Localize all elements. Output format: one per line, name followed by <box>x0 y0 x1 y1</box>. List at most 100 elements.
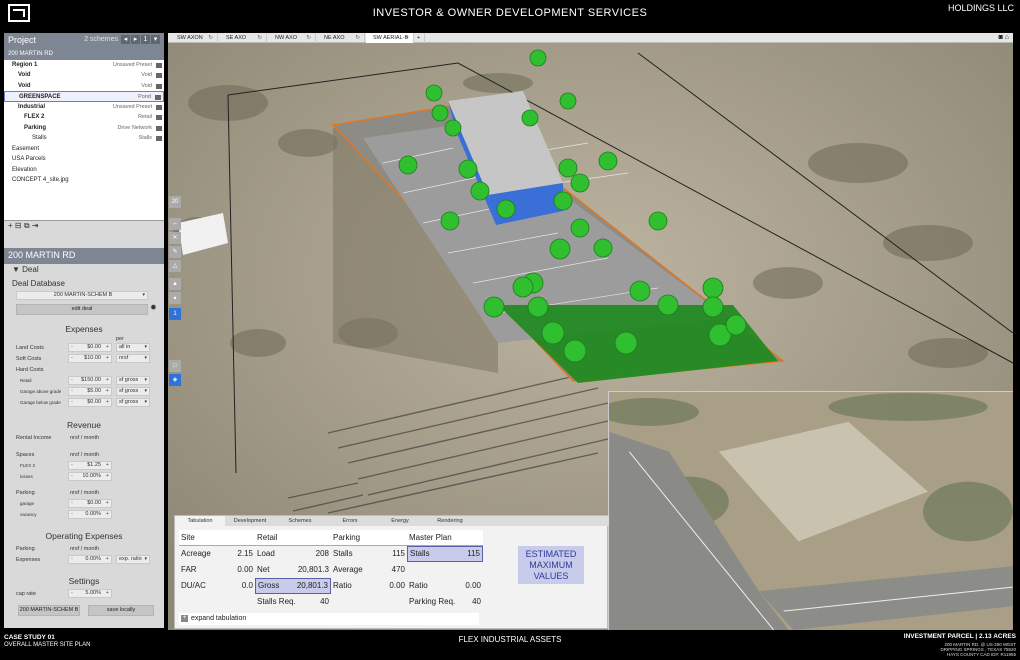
add-view-tab-button[interactable]: + <box>415 33 425 43</box>
folder-icon[interactable] <box>156 83 162 89</box>
rental-income-unit: nrsf / month <box>70 435 100 441</box>
soft-costs-field[interactable]: - $10.00 + <box>68 354 112 363</box>
scheme-number-button[interactable]: 1 <box>141 35 150 44</box>
tab-development[interactable]: Development <box>225 516 275 526</box>
save-locally-button[interactable]: save locally <box>88 605 154 616</box>
add-icon[interactable]: + <box>8 221 13 230</box>
folder-icon[interactable] <box>156 115 162 120</box>
tree-item[interactable]: GREENSPACE Pond <box>4 91 164 102</box>
garage-below-value: $0.00 <box>87 399 101 405</box>
folder-icon[interactable] <box>156 104 162 110</box>
tree-item[interactable]: Parking Drive Network <box>4 123 164 134</box>
tree-item[interactable]: Easement <box>4 144 164 155</box>
expand-tabulation-button[interactable]: expand tabulation <box>179 613 479 625</box>
acreage-value: 2.15 <box>237 549 253 558</box>
view-tab-label: SW AERIAL-B <box>373 35 409 41</box>
land-costs-field[interactable]: - $0.00 + <box>68 343 112 352</box>
copy-icon[interactable]: ⧉ <box>24 221 30 230</box>
prev-scheme-button[interactable]: ◂ <box>121 35 130 44</box>
vacancy-field[interactable]: -0.00% + <box>68 510 112 519</box>
home-icon[interactable]: ⌂ <box>1005 34 1009 41</box>
folder-icon[interactable] <box>156 125 162 131</box>
tree-toolbar: + ⊟ ⧉ ⇥ <box>4 221 164 233</box>
retail-cost-field[interactable]: - $150.00 + <box>68 376 112 385</box>
tree-item[interactable]: CONCEPT 4_site.jpg <box>4 175 164 186</box>
refresh-icon[interactable]: ↻ <box>257 33 262 43</box>
triangle-icon[interactable]: △ <box>169 260 181 272</box>
soft-costs-unit[interactable]: nrsf <box>116 354 150 363</box>
pencil-icon[interactable]: ✎ <box>169 246 181 258</box>
stairs-icon[interactable]: ⌐ <box>169 218 181 230</box>
acreage-label: Acreage <box>181 549 211 558</box>
expenses-ratio-unit[interactable]: exp. ratio <box>116 555 150 564</box>
camera-icon[interactable]: ◙ <box>999 34 1003 41</box>
view-tab-sw-aerial-b[interactable]: SW AERIAL-B × <box>366 33 414 43</box>
tree-item[interactable]: Region 1 Unsaved Preset <box>4 60 164 71</box>
deal-scheme-select[interactable]: 200 MARTIN-SCHEM B <box>16 291 148 300</box>
next-scheme-button[interactable]: ▸ <box>131 35 140 44</box>
tools-icon[interactable]: ✕ <box>169 232 181 244</box>
tab-tabulation[interactable]: Tabulation <box>175 516 225 526</box>
folder-icon[interactable] <box>156 73 162 78</box>
refresh-icon[interactable]: ↻ <box>208 33 213 43</box>
garage-rent-field[interactable]: - $0.00 + <box>68 499 112 508</box>
scheme-menu-icon[interactable]: ▾ <box>151 35 160 44</box>
tree-item[interactable]: Void Void <box>4 81 164 92</box>
3d-viewport[interactable]: SW AXON ↻ SE AXO ↻ NW AXO ↻ NE AXO ↻ SW AERI… <box>168 33 1013 630</box>
delete-icon[interactable]: ⊟ <box>15 221 22 230</box>
expenses-ratio-value: 0.00% <box>85 556 101 562</box>
layer-number-button[interactable]: 1 <box>169 308 181 320</box>
tree-item[interactable]: USA Parcels <box>4 154 164 165</box>
layers-icon[interactable]: ◈ <box>169 374 181 386</box>
garage-above-field[interactable]: - $5.00 + <box>68 387 112 396</box>
losses-field[interactable]: -10.00% + <box>68 472 112 481</box>
move-icon[interactable]: ⇥ <box>32 221 39 230</box>
tree-item[interactable]: FLEX 2 Retail <box>4 112 164 123</box>
tree-item[interactable]: Industrial Unsaved Preset <box>4 102 164 113</box>
collapse-icon[interactable]: ▴ <box>169 292 181 304</box>
refresh-icon[interactable]: ↻ <box>355 33 360 43</box>
arrow-up-icon[interactable]: ▲ <box>169 278 181 290</box>
folder-icon[interactable] <box>156 62 162 68</box>
flex2-rent-field[interactable]: - $1.25 + <box>68 461 112 470</box>
edit-deal-button[interactable]: edit deal <box>16 304 148 315</box>
scheme-load-button[interactable]: 200 MARTIN-SCHEM B <box>18 605 80 616</box>
view-tab-ne-axo[interactable]: NE AXO ↻ <box>317 33 365 43</box>
revenue-parking-unit: nrsf / month <box>70 490 100 496</box>
square-icon[interactable]: □ <box>169 360 181 372</box>
tree-item[interactable]: Elevation <box>4 165 164 176</box>
view-tab-se-axo[interactable]: SE AXO ↻ <box>219 33 267 43</box>
view-tab-nw-axo[interactable]: NW AXO ↻ <box>268 33 316 43</box>
tab-energy[interactable]: Energy <box>375 516 425 526</box>
garage-rent-value: $0.00 <box>87 500 101 506</box>
expenses-ratio-field[interactable]: -0.00% + <box>68 555 112 564</box>
tree-item-label: Stalls <box>32 135 47 141</box>
cap-rate-field[interactable]: -5.00% + <box>68 589 112 598</box>
schemes-count: 2 schemes <box>84 36 119 43</box>
refresh-icon[interactable]: ↻ <box>306 33 311 43</box>
tree-item[interactable]: 200 MARTIN RD <box>4 49 164 60</box>
garage-below-unit[interactable]: sf gross <box>116 398 150 407</box>
expenses-label: Expenses <box>16 557 41 563</box>
tab-schemes[interactable]: Schemes <box>275 516 325 526</box>
garage-below-field[interactable]: - $0.00 + <box>68 398 112 407</box>
load-value: 208 <box>315 549 329 558</box>
load-label: Load <box>257 549 275 558</box>
tree-item[interactable]: Stalls Stalls <box>4 133 164 144</box>
gear-icon[interactable]: ✹ <box>150 303 157 312</box>
view-tab-label: NW AXO <box>275 35 298 41</box>
retail-cost-unit[interactable]: sf gross <box>116 376 150 385</box>
deal-section-label[interactable]: ▼ Deal <box>12 265 39 274</box>
tree-item[interactable]: Void Void <box>4 70 164 81</box>
tab-rendering[interactable]: Rendering <box>425 516 475 526</box>
view-tab-sw-axon[interactable]: SW AXON ↻ <box>170 33 218 43</box>
tab-errors[interactable]: Errors <box>325 516 375 526</box>
close-tab-icon[interactable]: × <box>406 33 409 43</box>
garage-above-unit[interactable]: sf gross <box>116 387 150 396</box>
zoom-level-button[interactable]: 20 <box>169 196 181 208</box>
folder-icon[interactable] <box>156 136 162 141</box>
app-root: INVESTOR & OWNER DEVELOPMENT SERVICES HO… <box>0 0 1020 660</box>
folder-icon[interactable] <box>155 95 161 100</box>
land-costs-unit[interactable]: all in <box>116 343 150 352</box>
retail-cost-value: $150.00 <box>81 377 101 383</box>
